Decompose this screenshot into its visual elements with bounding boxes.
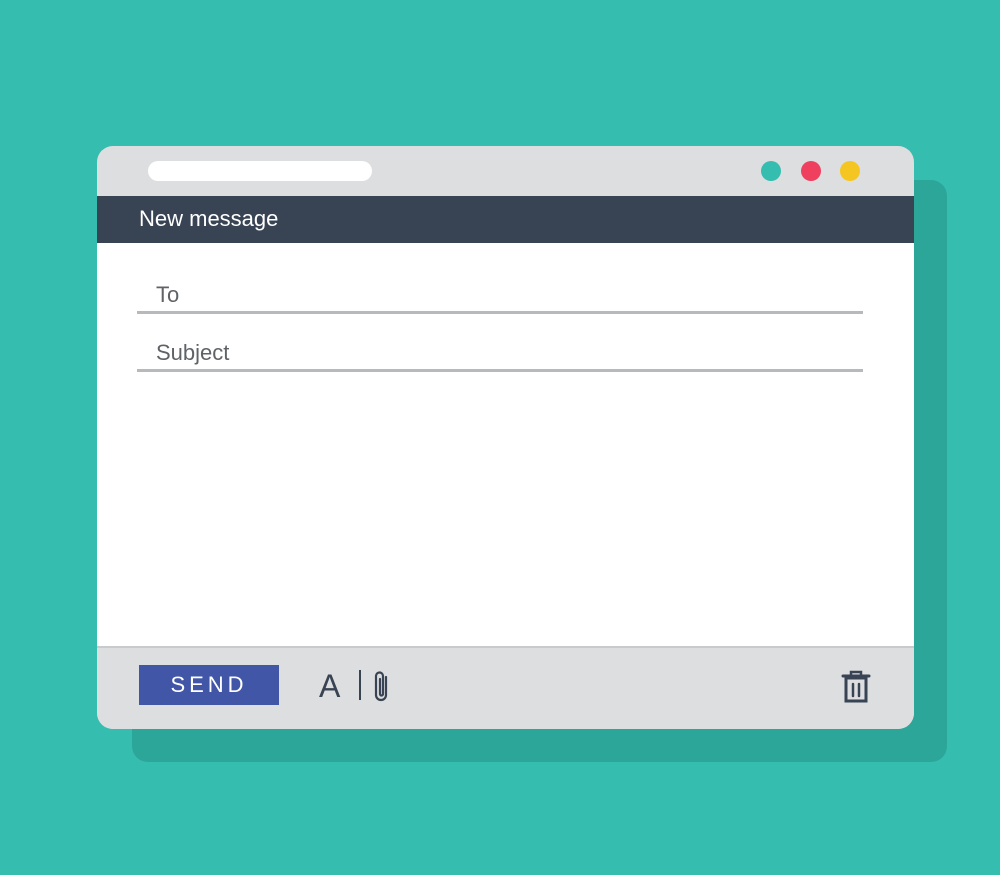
toolbar-divider [359,670,361,700]
window-dot-red[interactable] [801,161,821,181]
trash-icon[interactable] [840,668,872,704]
email-compose-window: New message To Subject SEND A [97,146,914,729]
window-dot-teal[interactable] [761,161,781,181]
subject-placeholder: Subject [156,340,230,365]
title-bar: New message [97,196,914,243]
message-body[interactable]: To Subject [97,243,914,646]
format-text-icon[interactable]: A [319,669,340,703]
paperclip-icon[interactable] [372,668,392,704]
address-bar[interactable] [148,161,372,181]
window-dot-yellow[interactable] [840,161,860,181]
to-placeholder: To [156,282,180,307]
to-field[interactable]: To [137,275,863,314]
compose-toolbar: SEND A [97,646,914,729]
window-title: New message [139,206,279,231]
send-button[interactable]: SEND [139,665,279,705]
subject-field[interactable]: Subject [137,333,863,372]
